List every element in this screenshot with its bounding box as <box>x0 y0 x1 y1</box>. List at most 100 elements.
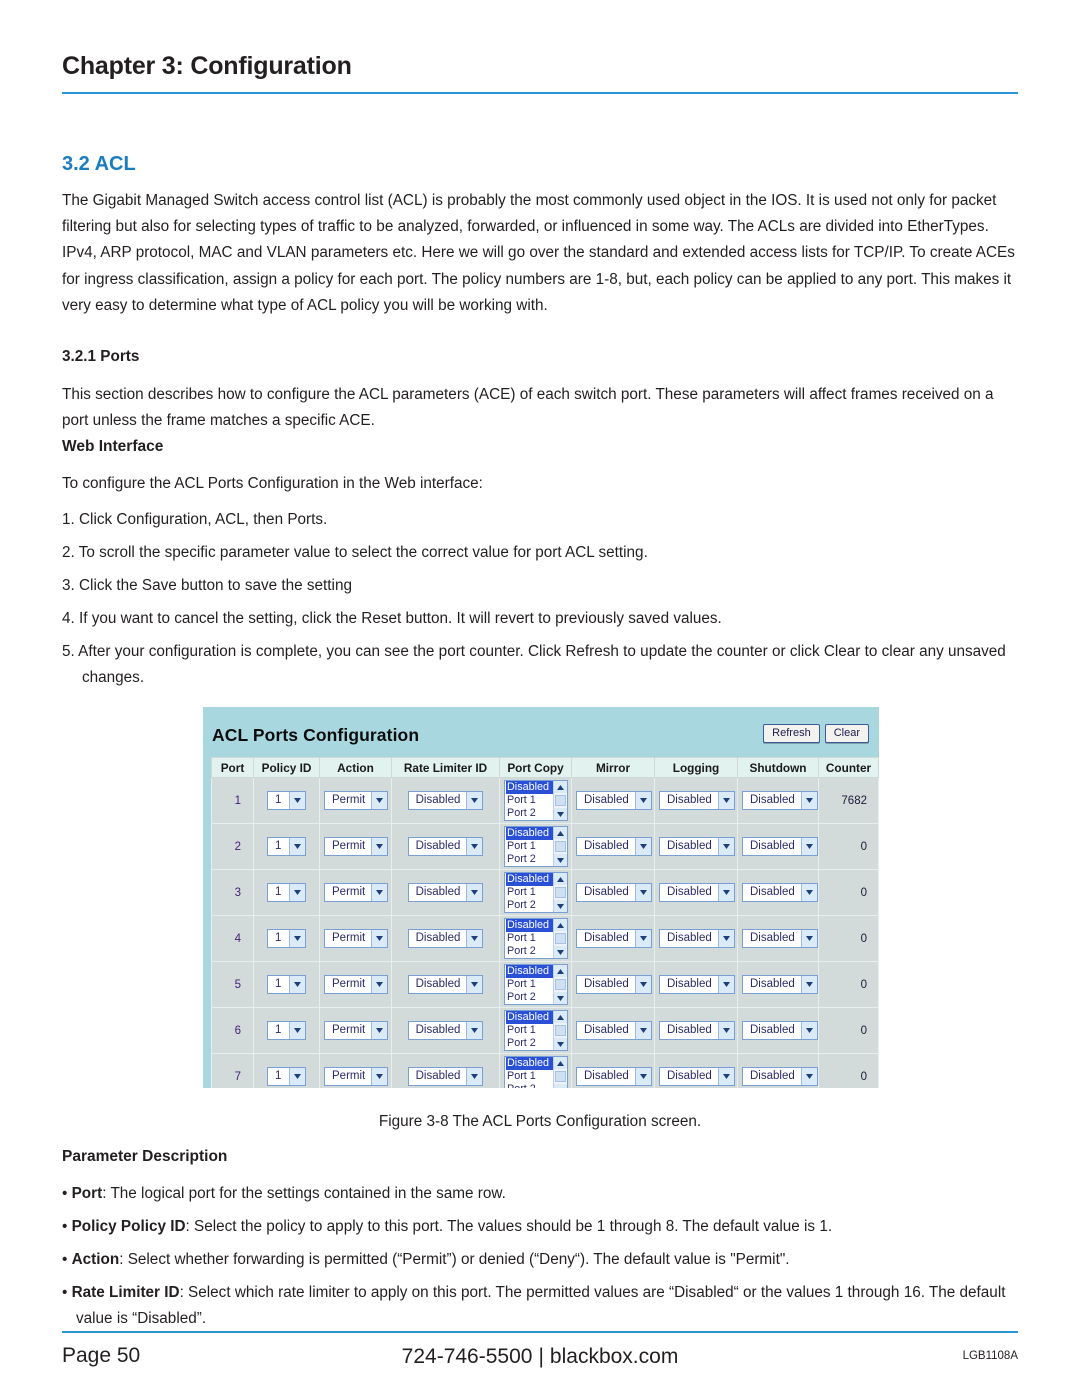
chevron-down-icon[interactable] <box>371 884 388 901</box>
chevron-down-icon[interactable] <box>634 792 651 809</box>
list-option[interactable]: Disabled <box>506 919 553 932</box>
chevron-down-icon[interactable] <box>466 976 483 993</box>
chevron-down-icon[interactable] <box>289 1068 305 1085</box>
list-option[interactable]: Port 1 <box>506 978 553 991</box>
port-copy-listbox[interactable]: DisabledPort 1Port 2 <box>504 1056 568 1088</box>
list-option[interactable]: Port 2 <box>506 1037 553 1050</box>
shutdown-select[interactable]: Disabled <box>742 1021 818 1040</box>
chevron-down-icon[interactable] <box>800 930 817 947</box>
mirror-select[interactable]: Disabled <box>576 1067 652 1086</box>
chevron-down-icon[interactable] <box>800 884 817 901</box>
scroll-down-icon[interactable] <box>554 1084 567 1088</box>
list-option[interactable]: Port 1 <box>506 1024 553 1037</box>
list-option[interactable]: Disabled <box>506 1011 553 1024</box>
scroll-up-icon[interactable] <box>554 919 567 931</box>
scroll-up-icon[interactable] <box>554 1011 567 1023</box>
rate-limiter-select[interactable]: Disabled <box>407 975 484 994</box>
chevron-down-icon[interactable] <box>800 792 817 809</box>
shutdown-select[interactable]: Disabled <box>742 975 818 994</box>
scrollbar-thumb[interactable] <box>555 1071 566 1082</box>
logging-select[interactable]: Disabled <box>659 791 735 810</box>
chevron-down-icon[interactable] <box>466 1022 483 1039</box>
policy-id-select[interactable]: 1 <box>267 1021 306 1040</box>
scroll-down-icon[interactable] <box>554 992 567 1004</box>
logging-select[interactable]: Disabled <box>659 837 735 856</box>
policy-id-select[interactable]: 1 <box>267 837 306 856</box>
scrollbar-thumb[interactable] <box>555 795 566 806</box>
shutdown-select[interactable]: Disabled <box>742 791 818 810</box>
list-option[interactable]: Port 1 <box>506 1070 553 1083</box>
list-option[interactable]: Port 1 <box>506 932 553 945</box>
list-option[interactable]: Port 1 <box>506 886 553 899</box>
chevron-down-icon[interactable] <box>800 976 817 993</box>
chevron-down-icon[interactable] <box>289 930 305 947</box>
rate-limiter-select[interactable]: Disabled <box>407 837 484 856</box>
chevron-down-icon[interactable] <box>634 884 651 901</box>
shutdown-select[interactable]: Disabled <box>742 1067 818 1086</box>
shutdown-select[interactable]: Disabled <box>742 929 818 948</box>
scroll-up-icon[interactable] <box>554 873 567 885</box>
chevron-down-icon[interactable] <box>466 1068 483 1085</box>
chevron-down-icon[interactable] <box>289 792 305 809</box>
chevron-down-icon[interactable] <box>717 838 734 855</box>
port-copy-listbox[interactable]: DisabledPort 1Port 2 <box>504 826 568 867</box>
chevron-down-icon[interactable] <box>634 930 651 947</box>
chevron-down-icon[interactable] <box>717 976 734 993</box>
action-select[interactable]: Permit <box>324 975 389 994</box>
chevron-down-icon[interactable] <box>289 838 305 855</box>
rate-limiter-select[interactable]: Disabled <box>407 883 484 902</box>
scroll-up-icon[interactable] <box>554 965 567 977</box>
policy-id-select[interactable]: 1 <box>267 975 306 994</box>
chevron-down-icon[interactable] <box>466 838 483 855</box>
refresh-button[interactable]: Refresh <box>763 724 820 743</box>
rate-limiter-select[interactable]: Disabled <box>407 1067 484 1086</box>
action-select[interactable]: Permit <box>324 1021 389 1040</box>
list-option[interactable]: Disabled <box>506 781 553 794</box>
scroll-down-icon[interactable] <box>554 854 567 866</box>
chevron-down-icon[interactable] <box>289 976 305 993</box>
list-option[interactable]: Disabled <box>506 827 553 840</box>
policy-id-select[interactable]: 1 <box>267 1067 306 1086</box>
chevron-down-icon[interactable] <box>466 792 483 809</box>
scroll-down-icon[interactable] <box>554 946 567 958</box>
scrollbar[interactable] <box>553 919 567 958</box>
chevron-down-icon[interactable] <box>289 1022 305 1039</box>
policy-id-select[interactable]: 1 <box>267 929 306 948</box>
chevron-down-icon[interactable] <box>289 884 305 901</box>
list-option[interactable]: Port 2 <box>506 899 553 912</box>
mirror-select[interactable]: Disabled <box>576 791 652 810</box>
chevron-down-icon[interactable] <box>717 1068 734 1085</box>
chevron-down-icon[interactable] <box>371 930 388 947</box>
action-select[interactable]: Permit <box>324 883 389 902</box>
chevron-down-icon[interactable] <box>717 792 734 809</box>
action-select[interactable]: Permit <box>324 791 389 810</box>
chevron-down-icon[interactable] <box>800 1022 817 1039</box>
list-option[interactable]: Disabled <box>506 965 553 978</box>
chevron-down-icon[interactable] <box>371 1068 388 1085</box>
scroll-up-icon[interactable] <box>554 1057 567 1069</box>
list-option[interactable]: Port 2 <box>506 991 553 1004</box>
scroll-up-icon[interactable] <box>554 827 567 839</box>
list-option[interactable]: Port 2 <box>506 1083 553 1088</box>
scroll-down-icon[interactable] <box>554 900 567 912</box>
port-copy-listbox[interactable]: DisabledPort 1Port 2 <box>504 918 568 959</box>
shutdown-select[interactable]: Disabled <box>742 837 818 856</box>
logging-select[interactable]: Disabled <box>659 883 735 902</box>
chevron-down-icon[interactable] <box>634 976 651 993</box>
scroll-up-icon[interactable] <box>554 781 567 793</box>
scrollbar[interactable] <box>553 781 567 820</box>
port-copy-listbox[interactable]: DisabledPort 1Port 2 <box>504 1010 568 1051</box>
logging-select[interactable]: Disabled <box>659 975 735 994</box>
chevron-down-icon[interactable] <box>800 838 817 855</box>
scrollbar-thumb[interactable] <box>555 933 566 944</box>
list-option[interactable]: Port 2 <box>506 853 553 866</box>
action-select[interactable]: Permit <box>324 929 389 948</box>
rate-limiter-select[interactable]: Disabled <box>407 1021 484 1040</box>
mirror-select[interactable]: Disabled <box>576 975 652 994</box>
logging-select[interactable]: Disabled <box>659 1021 735 1040</box>
mirror-select[interactable]: Disabled <box>576 929 652 948</box>
mirror-select[interactable]: Disabled <box>576 1021 652 1040</box>
policy-id-select[interactable]: 1 <box>267 883 306 902</box>
list-option[interactable]: Port 2 <box>506 945 553 958</box>
action-select[interactable]: Permit <box>324 1067 389 1086</box>
